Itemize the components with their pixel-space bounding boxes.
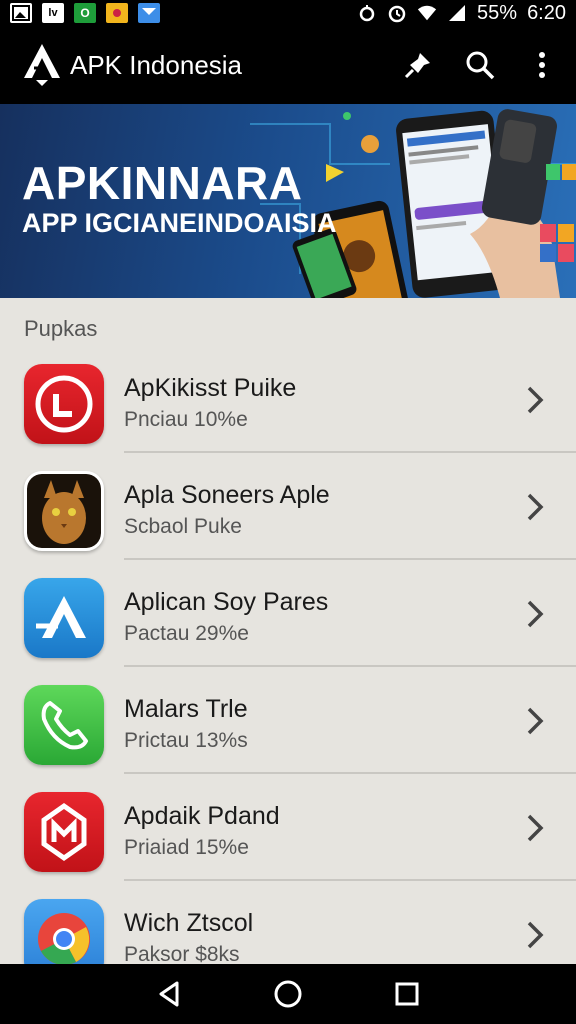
chevron-right-icon bbox=[527, 493, 544, 521]
chevron-right-icon bbox=[527, 386, 544, 414]
banner-subtitle: APP IGCIANEINDOAISIA bbox=[22, 208, 337, 238]
signal-icon bbox=[447, 3, 467, 23]
lv-icon: lv bbox=[42, 3, 64, 23]
app-subtitle: Scbaol Puke bbox=[124, 515, 242, 538]
red-m-icon bbox=[24, 792, 104, 872]
app-name: Apdaik Pdand bbox=[124, 802, 280, 830]
list-item[interactable]: ApKikisst Puike Pnciau 10%e bbox=[0, 346, 576, 453]
promo-banner[interactable]: APKINNARA APP IGCIANEINDOAISIA bbox=[0, 104, 576, 298]
alarm-silent-icon bbox=[357, 3, 377, 23]
app-subtitle: Pactau 29%e bbox=[124, 622, 249, 645]
list-item[interactable]: Wich Ztscol Paksor $8ks bbox=[0, 881, 576, 964]
back-icon[interactable] bbox=[149, 974, 189, 1014]
list-item[interactable]: Malars Trle Prictau 13%s bbox=[0, 667, 576, 774]
alarm-icon bbox=[387, 3, 407, 23]
app-name: Malars Trle bbox=[124, 695, 248, 723]
battery-text: 55% bbox=[477, 1, 518, 24]
chrome-icon bbox=[24, 899, 104, 964]
app-name: ApKikisst Puike bbox=[124, 374, 297, 402]
chevron-right-icon bbox=[527, 921, 544, 949]
navigation-bar bbox=[0, 964, 576, 1024]
chevron-right-icon bbox=[527, 600, 544, 628]
recents-icon[interactable] bbox=[387, 974, 427, 1014]
image-icon bbox=[10, 3, 32, 23]
app-subtitle: Prictau 13%s bbox=[124, 729, 248, 752]
apk-logo-icon bbox=[24, 44, 60, 86]
wifi-icon bbox=[417, 3, 437, 23]
search-icon[interactable] bbox=[464, 49, 496, 81]
status-bar: lv O 55% 6:20 bbox=[0, 0, 576, 26]
blue-a-icon bbox=[24, 578, 104, 658]
message-icon bbox=[138, 3, 160, 23]
app-subtitle: Paksor $8ks bbox=[124, 943, 240, 964]
app-name: Aplican Soy Pares bbox=[124, 588, 329, 616]
cat-icon bbox=[24, 471, 104, 551]
list-item[interactable]: Apdaik Pdand Priaiad 15%e bbox=[0, 774, 576, 881]
banner-title: APKINNARA bbox=[22, 157, 303, 209]
list-item[interactable]: Apla Soneers Aple Scbaol Puke bbox=[0, 453, 576, 560]
chevron-right-icon bbox=[527, 707, 544, 735]
app-bar: APK Indonesia bbox=[0, 26, 576, 104]
app-subtitle: Pnciau 10%e bbox=[124, 408, 248, 431]
pin-icon[interactable] bbox=[402, 49, 434, 81]
red-l-icon bbox=[24, 364, 104, 444]
sun-icon bbox=[106, 3, 128, 23]
clock: 6:20 bbox=[527, 1, 566, 24]
app-list: Pupkas ApKikisst Puike Pnciau 10%e Apla … bbox=[0, 298, 576, 964]
app-name: Wich Ztscol bbox=[124, 909, 254, 937]
app-name: Apla Soneers Aple bbox=[124, 481, 330, 509]
chevron-right-icon bbox=[527, 814, 544, 842]
list-item[interactable]: Aplican Soy Pares Pactau 29%e bbox=[0, 560, 576, 667]
app-subtitle: Priaiad 15%e bbox=[124, 836, 249, 859]
app-title: APK Indonesia bbox=[70, 49, 243, 80]
o-icon: O bbox=[74, 3, 96, 23]
home-icon[interactable] bbox=[268, 974, 308, 1014]
notification-icons: lv O bbox=[10, 3, 160, 23]
phone-icon bbox=[24, 685, 104, 765]
section-label: Pupkas bbox=[24, 316, 98, 341]
more-vert-icon[interactable] bbox=[526, 49, 558, 81]
